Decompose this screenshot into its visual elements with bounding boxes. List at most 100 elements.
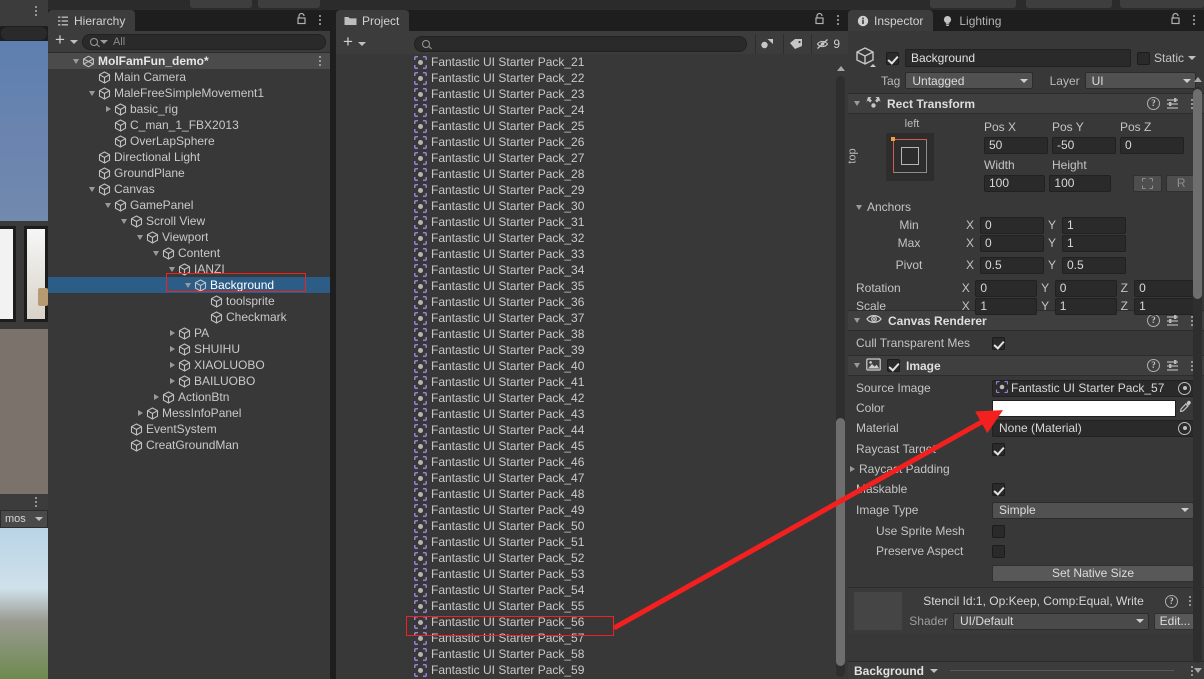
top-toolbar-button-account-right[interactable] [1120, 0, 1204, 8]
foldout-icon[interactable] [850, 466, 855, 472]
static-toggle[interactable]: Static [1136, 51, 1196, 65]
project-asset-row[interactable]: Fantastic UI Starter Pack_49 [336, 502, 848, 518]
foldout-icon[interactable] [854, 363, 860, 368]
project-asset-row[interactable]: Fantastic UI Starter Pack_45 [336, 438, 848, 454]
tab-inspector[interactable]: Inspector [848, 10, 934, 31]
project-lock-icon[interactable] [814, 12, 825, 28]
image-enabled-checkbox[interactable] [887, 359, 900, 372]
foldout-icon[interactable] [102, 202, 114, 208]
foldout-icon[interactable] [166, 266, 178, 272]
scene-view-searchfield[interactable] [0, 26, 48, 41]
hierarchy-search-input[interactable]: All [81, 33, 326, 50]
hierarchy-tree[interactable]: MolFamFun_demo* Main Camera MaleFreeSimple… [48, 53, 330, 679]
project-asset-row[interactable]: Fantastic UI Starter Pack_37 [336, 310, 848, 326]
hierarchy-item-content[interactable]: Content [48, 245, 330, 261]
project-asset-row[interactable]: Fantastic UI Starter Pack_34 [336, 262, 848, 278]
hierarchy-item-toolsprite[interactable]: toolsprite [48, 293, 330, 309]
search-filter-caret-icon[interactable] [99, 39, 108, 44]
top-toolbar-button-layers[interactable] [258, 0, 320, 8]
help-icon[interactable]: ? [1165, 594, 1178, 608]
hierarchy-item-xiaoluobo[interactable]: XIAOLUOBO [48, 357, 330, 373]
pivot-x-input[interactable]: 0.5 [980, 256, 1044, 274]
project-asset-row[interactable]: Fantastic UI Starter Pack_53 [336, 566, 848, 582]
image-type-dropdown[interactable]: Simple [992, 501, 1194, 519]
gameobject-name-input[interactable]: Background [905, 49, 1131, 67]
help-icon[interactable]: ? [1147, 97, 1160, 110]
scale-y-input[interactable]: 1 [1054, 297, 1117, 315]
hierarchy-item-basic-rig[interactable]: basic_rig [48, 101, 330, 117]
scene-strip-kebab[interactable] [30, 4, 42, 18]
project-asset-row[interactable]: Fantastic UI Starter Pack_31 [336, 214, 848, 230]
tab-hierarchy[interactable]: Hierarchy [48, 10, 136, 31]
foldout-icon[interactable] [70, 58, 82, 64]
foldout-icon[interactable] [166, 330, 178, 336]
hierarchy-item-actionbtn[interactable]: ActionBtn [48, 389, 330, 405]
project-asset-row[interactable]: Fantastic UI Starter Pack_47 [336, 470, 848, 486]
tab-lighting[interactable]: Lighting [933, 10, 1011, 31]
project-asset-row[interactable]: Fantastic UI Starter Pack_54 [336, 582, 848, 598]
project-asset-list[interactable]: Fantastic UI Starter Pack_21 Fantastic UI… [336, 54, 848, 679]
project-asset-row[interactable]: Fantastic UI Starter Pack_42 [336, 390, 848, 406]
rotation-z-input[interactable]: 0 [1134, 279, 1196, 297]
hierarchy-add-caret-icon[interactable] [69, 39, 78, 44]
project-asset-row[interactable]: Fantastic UI Starter Pack_24 [336, 102, 848, 118]
foldout-icon[interactable] [86, 186, 98, 192]
project-asset-row[interactable]: Fantastic UI Starter Pack_33 [336, 246, 848, 262]
inspector-menu-icon[interactable] [1188, 13, 1200, 27]
foldout-icon[interactable] [856, 204, 862, 210]
anchor-max-y-input[interactable]: 1 [1062, 234, 1126, 252]
pos-z-input[interactable]: 0 [1120, 136, 1184, 154]
static-checkbox[interactable] [1136, 51, 1150, 65]
shader-dropdown[interactable]: UI/Default [953, 612, 1149, 630]
hierarchy-add-button[interactable]: + [52, 31, 66, 49]
source-image-field[interactable]: Fantastic UI Starter Pack_57 [992, 379, 1194, 397]
project-asset-row[interactable]: Fantastic UI Starter Pack_38 [336, 326, 848, 342]
hierarchy-item-eventsystem[interactable]: EventSystem [48, 421, 330, 437]
project-asset-row[interactable]: Fantastic UI Starter Pack_29 [336, 182, 848, 198]
top-toolbar-button-layers-right[interactable] [1026, 0, 1112, 8]
hierarchy-item-overlapsphere[interactable]: OverLapSphere [48, 133, 330, 149]
project-menu-icon[interactable] [832, 13, 844, 27]
hierarchy-item-shuihu[interactable]: SHUIHU [48, 341, 330, 357]
scale-z-input[interactable]: 1 [1134, 297, 1196, 315]
pos-x-input[interactable]: 50 [984, 136, 1048, 154]
tag-dropdown[interactable]: Untagged [905, 72, 1033, 89]
width-input[interactable]: 100 [984, 174, 1046, 192]
hierarchy-item-c-man-1-fbx2013[interactable]: C_man_1_FBX2013 [48, 117, 330, 133]
maskable-checkbox[interactable] [992, 482, 1005, 496]
rotation-y-input[interactable]: 0 [1054, 279, 1117, 297]
project-search-input[interactable] [413, 35, 748, 52]
hierarchy-item-checkmark[interactable]: Checkmark [48, 309, 330, 325]
hierarchy-item-viewport[interactable]: Viewport [48, 229, 330, 245]
shader-edit-button[interactable]: Edit... [1154, 612, 1196, 630]
hierarchy-item-canvas[interactable]: Canvas [48, 181, 330, 197]
project-asset-row[interactable]: Fantastic UI Starter Pack_56 [336, 614, 848, 630]
inspector-scrollbar[interactable] [1192, 75, 1203, 675]
hierarchy-item-bailuobo[interactable]: BAILUOBO [48, 373, 330, 389]
anchors-foldout[interactable]: Anchors [856, 198, 1196, 216]
object-picker-icon[interactable] [1178, 421, 1191, 435]
foldout-icon[interactable] [134, 410, 146, 416]
help-icon[interactable]: ? [1147, 314, 1160, 327]
component-header-image[interactable]: Image ? [848, 355, 1204, 376]
hierarchy-item-main-camera[interactable]: Main Camera [48, 69, 330, 85]
project-asset-row[interactable]: Fantastic UI Starter Pack_30 [336, 198, 848, 214]
foldout-icon[interactable] [150, 250, 162, 256]
project-asset-row[interactable]: Fantastic UI Starter Pack_51 [336, 534, 848, 550]
foldout-icon[interactable] [150, 394, 162, 400]
foldout-icon[interactable] [182, 282, 194, 288]
rotation-x-input[interactable]: 0 [975, 279, 1038, 297]
scroll-up-arrow-icon[interactable] [837, 66, 845, 71]
project-asset-row[interactable]: Fantastic UI Starter Pack_23 [336, 86, 848, 102]
gameobject-enabled-checkbox[interactable] [886, 51, 899, 65]
filter-by-type-button[interactable] [755, 33, 779, 54]
project-asset-row[interactable]: Fantastic UI Starter Pack_36 [336, 294, 848, 310]
foldout-icon[interactable] [102, 106, 114, 112]
hierarchy-item-background[interactable]: Background [48, 277, 330, 293]
pos-y-input[interactable]: -50 [1052, 136, 1116, 154]
foldout-icon[interactable] [134, 234, 146, 240]
layer-dropdown[interactable]: UI [1084, 72, 1196, 89]
project-asset-row[interactable]: Fantastic UI Starter Pack_52 [336, 550, 848, 566]
preserve-aspect-checkbox[interactable] [992, 544, 1005, 558]
project-asset-row[interactable]: Fantastic UI Starter Pack_44 [336, 422, 848, 438]
